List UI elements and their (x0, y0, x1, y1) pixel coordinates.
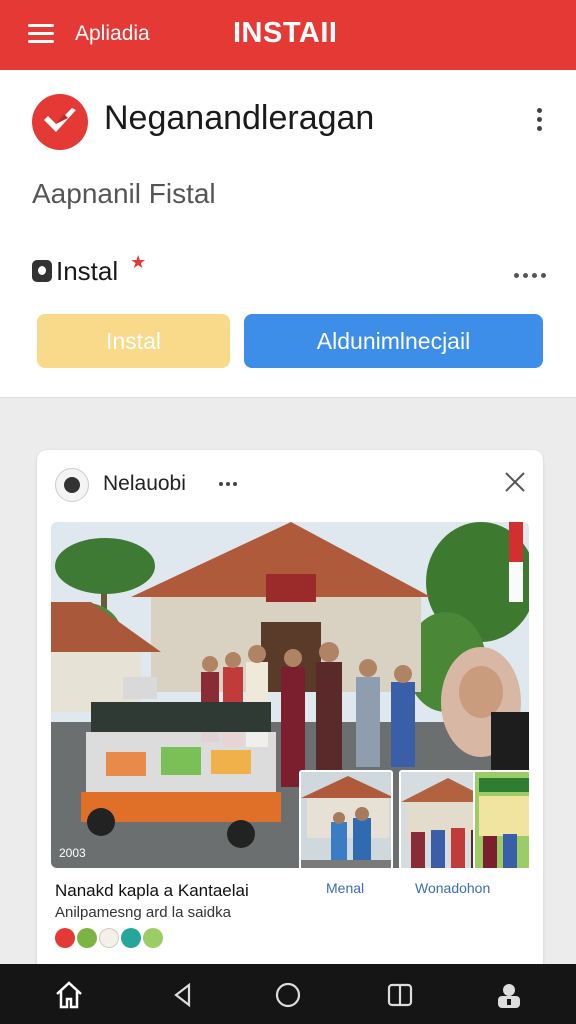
post-caption-subtitle: Anilpamesng ard la saidka (55, 904, 231, 921)
system-navbar (0, 964, 576, 1024)
post-caption-title: Nanakd kapla a Kantaelai (55, 881, 249, 900)
back-icon[interactable] (168, 980, 198, 1010)
star-icon: ★ (130, 251, 147, 272)
photo-year: 2003 (59, 846, 86, 860)
primary-action-button[interactable]: Aldunimlnecjail (244, 314, 543, 368)
reaction-icon[interactable] (55, 928, 75, 948)
app-bar: Apliadia INSTAII (0, 0, 576, 70)
app-name: Neganandleragan (104, 99, 375, 137)
app-logo (32, 94, 88, 150)
install-status-label: Instal (56, 255, 119, 286)
thumbnail-label-2[interactable]: Wonadohon (415, 880, 490, 896)
home-icon[interactable] (54, 980, 84, 1010)
avatar[interactable] (55, 468, 89, 502)
reaction-icon[interactable] (121, 928, 141, 948)
reaction-icon[interactable] (99, 928, 119, 948)
account-lock-icon[interactable] (494, 980, 524, 1010)
more-horiz-icon[interactable] (514, 273, 546, 278)
circle-home-icon[interactable] (273, 980, 303, 1010)
install-status-row: Instal ★ (32, 251, 147, 288)
checkmark-icon (44, 108, 76, 132)
close-icon[interactable] (503, 470, 527, 494)
reaction-icon[interactable] (143, 928, 163, 948)
thumbnail-3[interactable] (473, 770, 531, 870)
post-author[interactable]: Nelauobi (103, 472, 186, 496)
app-info-card: Neganandleragan Aapnanil Fistal Instal ★… (0, 70, 576, 398)
post-card: Nelauobi 2003 Menal Wonadohon Nanakd kap… (37, 450, 543, 990)
recents-icon[interactable] (385, 980, 415, 1010)
shield-icon (32, 260, 52, 282)
thumbnail-1[interactable] (299, 770, 393, 870)
app-bar-label[interactable]: Apliadia (75, 22, 150, 46)
hamburger-icon[interactable] (28, 24, 54, 44)
more-horiz-icon[interactable] (219, 482, 237, 486)
app-subtitle: Aapnanil Fistal (32, 178, 216, 209)
thumbnail-label-1[interactable]: Menal (326, 880, 364, 896)
app-bar-title: INSTAII (233, 17, 338, 49)
reaction-icon[interactable] (77, 928, 97, 948)
more-vert-icon[interactable] (532, 108, 546, 134)
reaction-row[interactable] (55, 928, 163, 948)
install-button[interactable]: Instal (37, 314, 230, 368)
